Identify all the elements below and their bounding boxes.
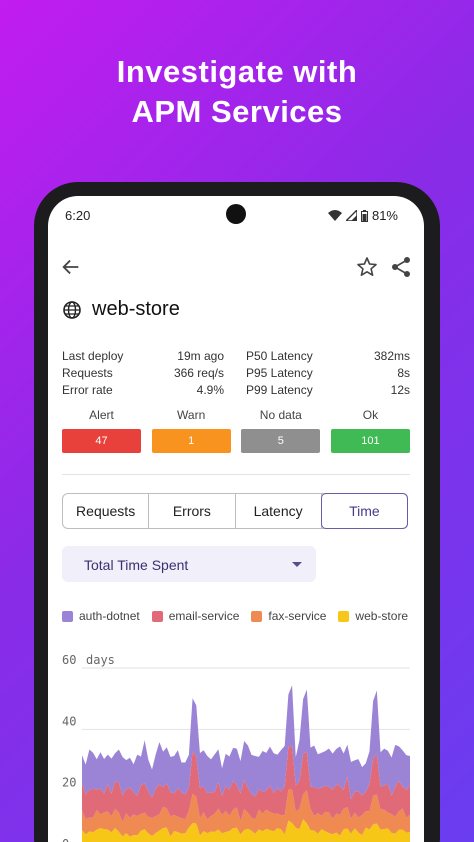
legend-item[interactable]: auth-dotnet	[62, 609, 140, 623]
stat-label: Last deploy	[62, 348, 124, 363]
tab-time[interactable]: Time	[320, 493, 408, 529]
legend-item[interactable]: email-service	[151, 609, 240, 623]
y-tick-label: 40	[62, 714, 76, 728]
caret-down-icon	[292, 562, 302, 567]
y-tick-label: 20	[62, 776, 76, 790]
stat-value: 4.9%	[196, 382, 224, 397]
monitor-count-alert[interactable]: Alert 47	[62, 408, 141, 453]
metric-select[interactable]: Total Time Spent	[62, 546, 316, 582]
top-app-bar	[48, 252, 424, 282]
stat-value: 8s	[397, 365, 410, 380]
legend-label: auth-dotnet	[79, 609, 140, 623]
count-label: No data	[259, 408, 302, 422]
legend-label: email-service	[168, 609, 240, 623]
stat-label: Error rate	[62, 382, 113, 397]
share-icon[interactable]	[389, 255, 413, 279]
star-icon[interactable]	[355, 255, 379, 279]
stat-row: Requests 366 req/s P95 Latency 8s	[62, 364, 410, 381]
stat-value: 12s	[390, 382, 410, 397]
wifi-icon	[327, 210, 342, 221]
stat-label: P99 Latency	[246, 382, 313, 397]
status-time: 6:20	[65, 208, 91, 223]
legend-item[interactable]: web-store	[338, 609, 408, 623]
y-axis-unit: days	[86, 653, 115, 667]
legend-swatch	[338, 610, 350, 622]
status-icons: 81%	[327, 208, 398, 223]
legend-swatch	[151, 610, 163, 622]
battery-icon	[360, 209, 368, 222]
stat-value: 366 req/s	[173, 365, 224, 380]
globe-icon	[63, 300, 81, 319]
count-badge[interactable]: 5	[241, 429, 321, 453]
count-label: Warn	[177, 408, 206, 422]
stat-label: P95 Latency	[246, 365, 313, 380]
count-label: Ok	[362, 408, 379, 422]
battery-percent: 81%	[371, 208, 398, 223]
stat-row: Error rate 4.9% P99 Latency 12s	[62, 381, 410, 398]
count-label: Alert	[89, 408, 114, 422]
service-stats: Last deploy 19m ago P50 Latency 382ms Re…	[62, 347, 410, 398]
headline-line-2: APM Services	[131, 94, 343, 129]
y-tick-label: 60	[62, 653, 76, 667]
y-tick-label: 0	[62, 837, 69, 842]
stat-label: Requests	[62, 365, 113, 380]
monitor-status-counts: Alert 47 Warn 1 No data 5 Ok 101	[62, 408, 410, 453]
time-spent-chart: 0 20 40 60 days	[62, 653, 410, 842]
count-badge[interactable]: 47	[62, 429, 141, 453]
status-bar: 6:20 81%	[48, 204, 424, 226]
monitor-count-no-data[interactable]: No data 5	[241, 408, 321, 453]
monitor-count-warn[interactable]: Warn 1	[151, 408, 231, 453]
signal-icon	[345, 210, 357, 221]
legend-item[interactable]: fax-service	[251, 609, 326, 623]
stat-value: 19m ago	[177, 348, 224, 363]
metric-tabs: Requests Errors Latency Time	[62, 493, 408, 529]
count-badge[interactable]: 1	[151, 429, 231, 453]
stat-label: P50 Latency	[246, 348, 313, 363]
divider	[62, 474, 410, 475]
tab-latency[interactable]: Latency	[236, 494, 322, 528]
count-badge[interactable]: 101	[330, 429, 410, 453]
tab-requests[interactable]: Requests	[63, 494, 150, 528]
headline-line-1: Investigate with	[116, 54, 358, 89]
stat-row: Last deploy 19m ago P50 Latency 382ms	[62, 347, 410, 364]
legend-label: fax-service	[268, 609, 327, 623]
headline: Investigate with APM Services	[0, 52, 474, 132]
legend-swatch	[62, 610, 73, 622]
service-title: web-store	[92, 298, 180, 320]
back-arrow-icon[interactable]	[60, 256, 82, 278]
service-header: web-store	[62, 298, 180, 321]
tab-errors[interactable]: Errors	[149, 494, 236, 528]
legend-label: web-store	[355, 609, 409, 623]
legend-swatch	[251, 610, 263, 622]
camera-cutout	[226, 204, 246, 224]
app-screen: 6:20 81% web-store Last deploy 19m ago P…	[48, 196, 424, 842]
series-area-auth-dotnet	[82, 685, 410, 800]
stat-value: 382ms	[373, 348, 410, 363]
chart-legend: auth-dotnet email-service fax-service we…	[62, 609, 408, 623]
metric-select-value: Total Time Spent	[84, 557, 189, 573]
monitor-count-ok[interactable]: Ok 101	[330, 408, 410, 453]
